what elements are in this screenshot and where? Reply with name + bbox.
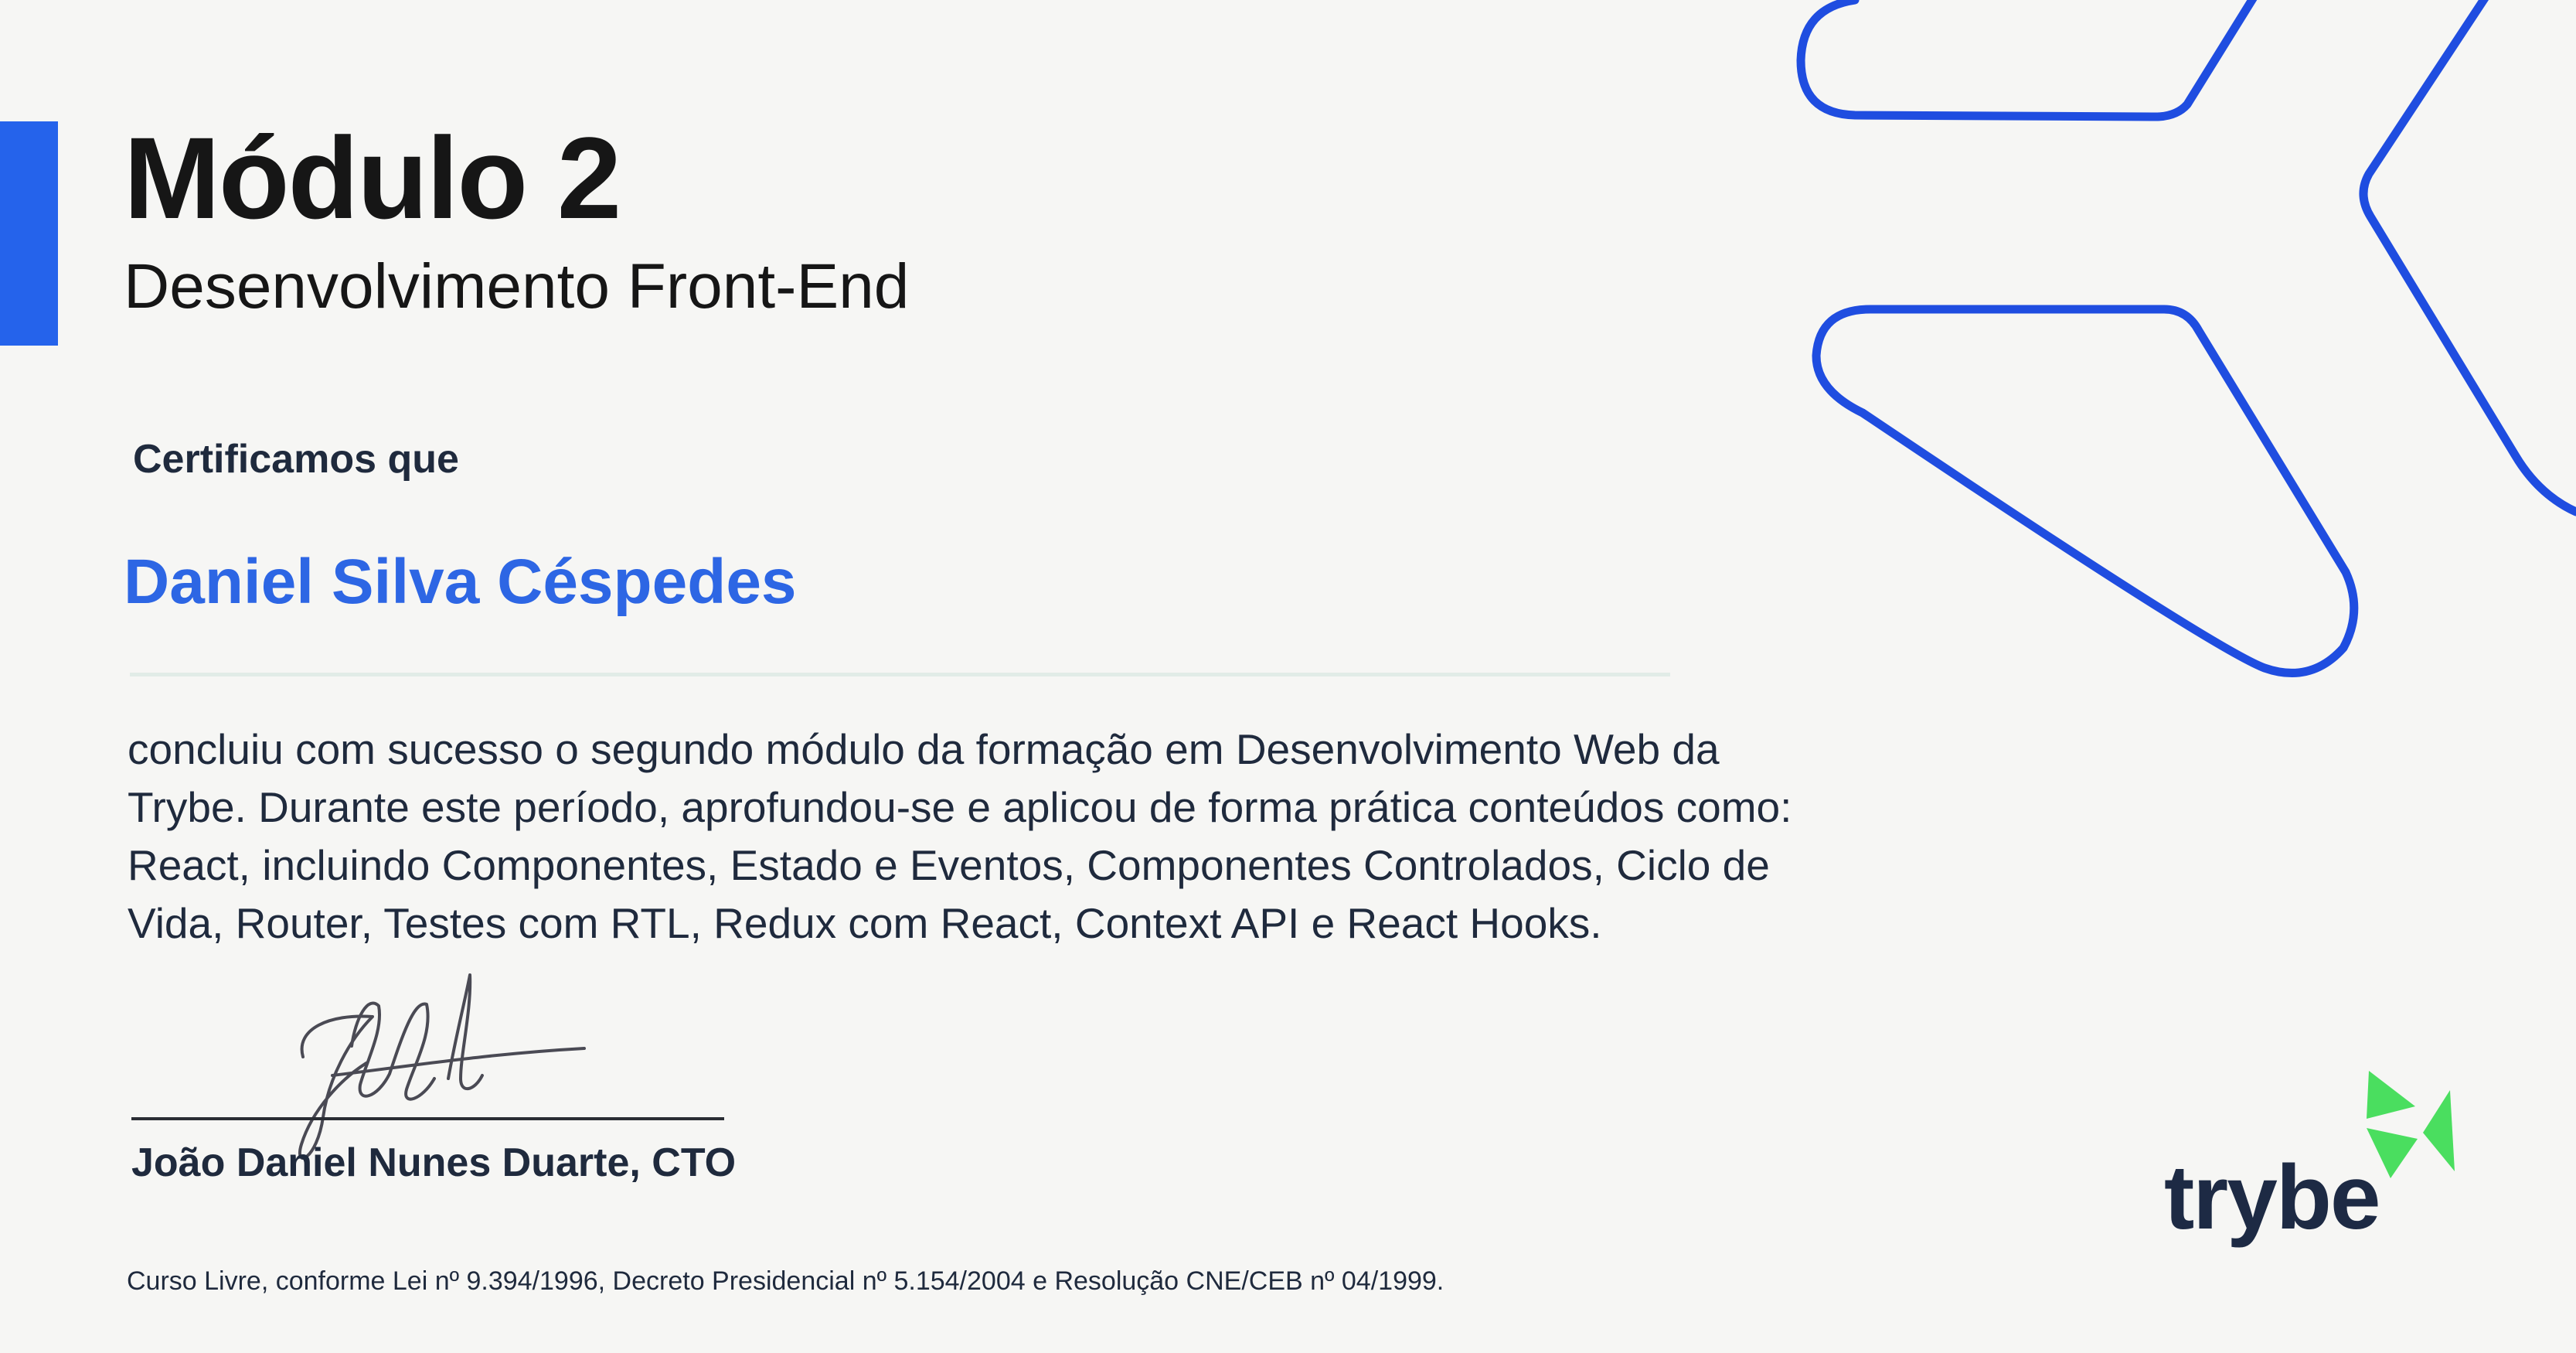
signature-line (131, 1117, 724, 1120)
signer-name: João Daniel Nunes Duarte, CTO (131, 1140, 737, 1185)
module-subtitle: Desenvolvimento Front-End (124, 251, 910, 322)
accent-bar (0, 121, 58, 346)
outline-arrow-icon (1796, 0, 2576, 677)
trybe-wordmark: trybe (2164, 1147, 2381, 1249)
certificate-body: concluiu com sucesso o segundo módulo da… (128, 721, 1921, 953)
certificate-body-line: React, incluindo Componentes, Estado e E… (128, 841, 1770, 889)
legal-notice: Curso Livre, conforme Lei nº 9.394/1996,… (127, 1266, 1445, 1296)
certificate-body-line: Vida, Router, Testes com RTL, Redux com … (128, 899, 1602, 947)
certificate-body-line: concluiu com sucesso o segundo módulo da… (128, 725, 1720, 773)
certificate-body-line: Trybe. Durante este período, aprofundou-… (128, 783, 1792, 831)
module-title: Módulo 2 (124, 113, 621, 243)
name-divider (130, 673, 1670, 676)
recipient-name: Daniel Silva Céspedes (124, 547, 797, 617)
certify-label: Certificamos que (133, 437, 459, 482)
